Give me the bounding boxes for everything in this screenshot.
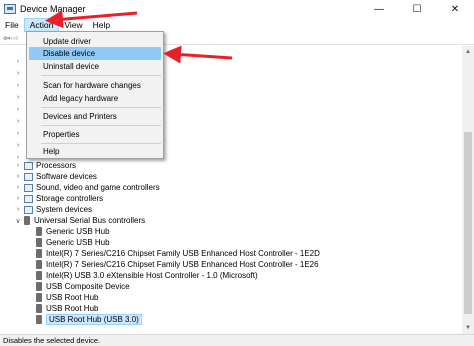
tree-row-hidden[interactable]: › bbox=[14, 80, 22, 91]
expand-chevron-icon[interactable]: › bbox=[14, 118, 22, 125]
tree-category-usb[interactable]: ∨ Universal Serial Bus controllers bbox=[14, 215, 145, 226]
expand-chevron-icon[interactable]: › bbox=[14, 206, 22, 213]
close-icon[interactable]: ✕ bbox=[436, 0, 474, 18]
expand-chevron-icon[interactable]: › bbox=[14, 70, 22, 77]
device-label: Intel(R) USB 3.0 eXtensible Host Control… bbox=[46, 271, 258, 280]
tree-row-hidden[interactable]: › bbox=[14, 92, 22, 103]
scroll-up-icon[interactable]: ▲ bbox=[462, 46, 474, 58]
menu-bar: File Action View Help bbox=[0, 18, 474, 32]
expand-chevron-icon[interactable]: › bbox=[14, 173, 22, 180]
category-label: System devices bbox=[36, 205, 93, 214]
menu-item-scan-hardware[interactable]: Scan for hardware changes bbox=[29, 79, 161, 92]
menu-help[interactable]: Help bbox=[88, 18, 115, 32]
software-device-icon bbox=[24, 172, 33, 181]
vertical-scrollbar[interactable]: ▲ ▼ bbox=[462, 46, 474, 334]
usb-icon bbox=[36, 282, 42, 291]
scroll-thumb[interactable] bbox=[464, 132, 472, 314]
window-controls: — ☐ ✕ bbox=[360, 0, 474, 18]
scroll-down-icon[interactable]: ▼ bbox=[462, 322, 474, 334]
expand-chevron-icon[interactable]: › bbox=[14, 162, 22, 169]
category-label: Storage controllers bbox=[36, 194, 104, 203]
tree-category-software-devices[interactable]: › Software devices bbox=[14, 171, 97, 182]
tree-device[interactable]: Intel(R) 7 Series/C216 Chipset Family US… bbox=[34, 248, 320, 259]
device-label: USB Root Hub (USB 3.0) bbox=[46, 314, 142, 325]
status-bar: Disables the selected device. bbox=[0, 334, 474, 346]
tree-category-storage[interactable]: › Storage controllers bbox=[14, 193, 103, 204]
tree-row-hidden[interactable]: › bbox=[14, 104, 22, 115]
device-label: Generic USB Hub bbox=[46, 238, 110, 247]
usb-icon bbox=[36, 304, 42, 313]
tree-device[interactable]: USB Composite Device bbox=[34, 281, 130, 292]
category-label: Universal Serial Bus controllers bbox=[34, 216, 146, 225]
tree-row-hidden[interactable]: › bbox=[14, 128, 22, 139]
usb-icon bbox=[36, 238, 42, 247]
menu-item-help[interactable]: Help bbox=[29, 145, 161, 158]
usb-icon bbox=[24, 216, 30, 225]
expand-chevron-icon[interactable]: › bbox=[14, 142, 22, 149]
menu-item-add-legacy[interactable]: Add legacy hardware bbox=[29, 92, 161, 105]
tree-device[interactable]: Intel(R) USB 3.0 eXtensible Host Control… bbox=[34, 270, 258, 281]
category-label: Sound, video and game controllers bbox=[36, 183, 160, 192]
menu-separator bbox=[41, 107, 161, 108]
collapse-chevron-icon[interactable]: ∨ bbox=[14, 217, 22, 225]
minimize-icon[interactable]: — bbox=[360, 0, 398, 18]
tree-device[interactable]: USB Root Hub bbox=[34, 303, 98, 314]
menu-separator bbox=[41, 75, 161, 76]
menu-item-properties[interactable]: Properties bbox=[29, 128, 161, 141]
tree-device[interactable]: Intel(R) 7 Series/C216 Chipset Family US… bbox=[34, 259, 319, 270]
menu-separator bbox=[41, 143, 161, 144]
processor-icon bbox=[24, 161, 33, 170]
tree-device[interactable]: Generic USB Hub bbox=[34, 237, 110, 248]
expand-chevron-icon[interactable]: › bbox=[14, 184, 22, 191]
device-label: USB Composite Device bbox=[46, 282, 130, 291]
menu-action[interactable]: Action bbox=[23, 18, 60, 32]
system-device-icon bbox=[24, 205, 33, 214]
storage-icon bbox=[24, 194, 33, 203]
device-label: Intel(R) 7 Series/C216 Chipset Family US… bbox=[46, 249, 320, 258]
menu-item-disable-device[interactable]: Disable device bbox=[29, 47, 161, 60]
usb-icon bbox=[36, 227, 42, 236]
usb-icon bbox=[36, 271, 42, 280]
device-manager-icon bbox=[4, 4, 16, 14]
tree-category-sound[interactable]: › Sound, video and game controllers bbox=[14, 182, 160, 193]
back-arrow-icon[interactable]: ⇦ bbox=[3, 33, 11, 44]
tree-device-selected[interactable]: USB Root Hub (USB 3.0) bbox=[34, 314, 142, 325]
maximize-icon[interactable]: ☐ bbox=[398, 0, 436, 18]
tree-row-hidden[interactable]: › bbox=[14, 68, 22, 79]
title-bar: Device Manager — ☐ ✕ bbox=[0, 0, 474, 18]
usb-icon bbox=[36, 260, 42, 269]
menu-item-devices-printers[interactable]: Devices and Printers bbox=[29, 110, 161, 123]
tree-row-hidden[interactable]: › bbox=[14, 56, 22, 67]
tree-row-hidden[interactable]: › bbox=[14, 116, 22, 127]
expand-chevron-icon[interactable]: › bbox=[14, 82, 22, 89]
expand-chevron-icon[interactable]: › bbox=[14, 94, 22, 101]
menu-view[interactable]: View bbox=[59, 18, 87, 32]
expand-chevron-icon[interactable]: › bbox=[14, 130, 22, 137]
menu-item-uninstall-device[interactable]: Uninstall device bbox=[29, 60, 161, 73]
device-label: USB Root Hub bbox=[46, 304, 99, 313]
tree-device[interactable]: Generic USB Hub bbox=[34, 226, 110, 237]
category-label: Software devices bbox=[36, 172, 97, 181]
window-title: Device Manager bbox=[20, 4, 86, 14]
device-label: Generic USB Hub bbox=[46, 227, 110, 236]
menu-separator bbox=[41, 125, 161, 126]
device-label: Intel(R) 7 Series/C216 Chipset Family US… bbox=[46, 260, 319, 269]
category-label: Processors bbox=[36, 161, 77, 170]
tree-category-system[interactable]: › System devices bbox=[14, 204, 92, 215]
action-menu: Update driver Disable device Uninstall d… bbox=[26, 31, 164, 159]
tree-row-hidden[interactable]: › bbox=[14, 140, 22, 151]
usb-icon bbox=[36, 293, 42, 302]
device-label: USB Root Hub bbox=[46, 293, 99, 302]
speaker-icon bbox=[24, 183, 33, 192]
tree-category-processors[interactable]: › Processors bbox=[14, 160, 76, 171]
usb-icon bbox=[36, 315, 42, 324]
expand-chevron-icon[interactable]: › bbox=[14, 58, 22, 65]
expand-chevron-icon[interactable]: › bbox=[14, 195, 22, 202]
tree-device[interactable]: USB Root Hub bbox=[34, 292, 98, 303]
usb-icon bbox=[36, 249, 42, 258]
menu-file[interactable]: File bbox=[0, 18, 24, 32]
expand-chevron-icon[interactable]: › bbox=[14, 106, 22, 113]
forward-arrow-icon[interactable]: ⇨ bbox=[11, 33, 19, 44]
